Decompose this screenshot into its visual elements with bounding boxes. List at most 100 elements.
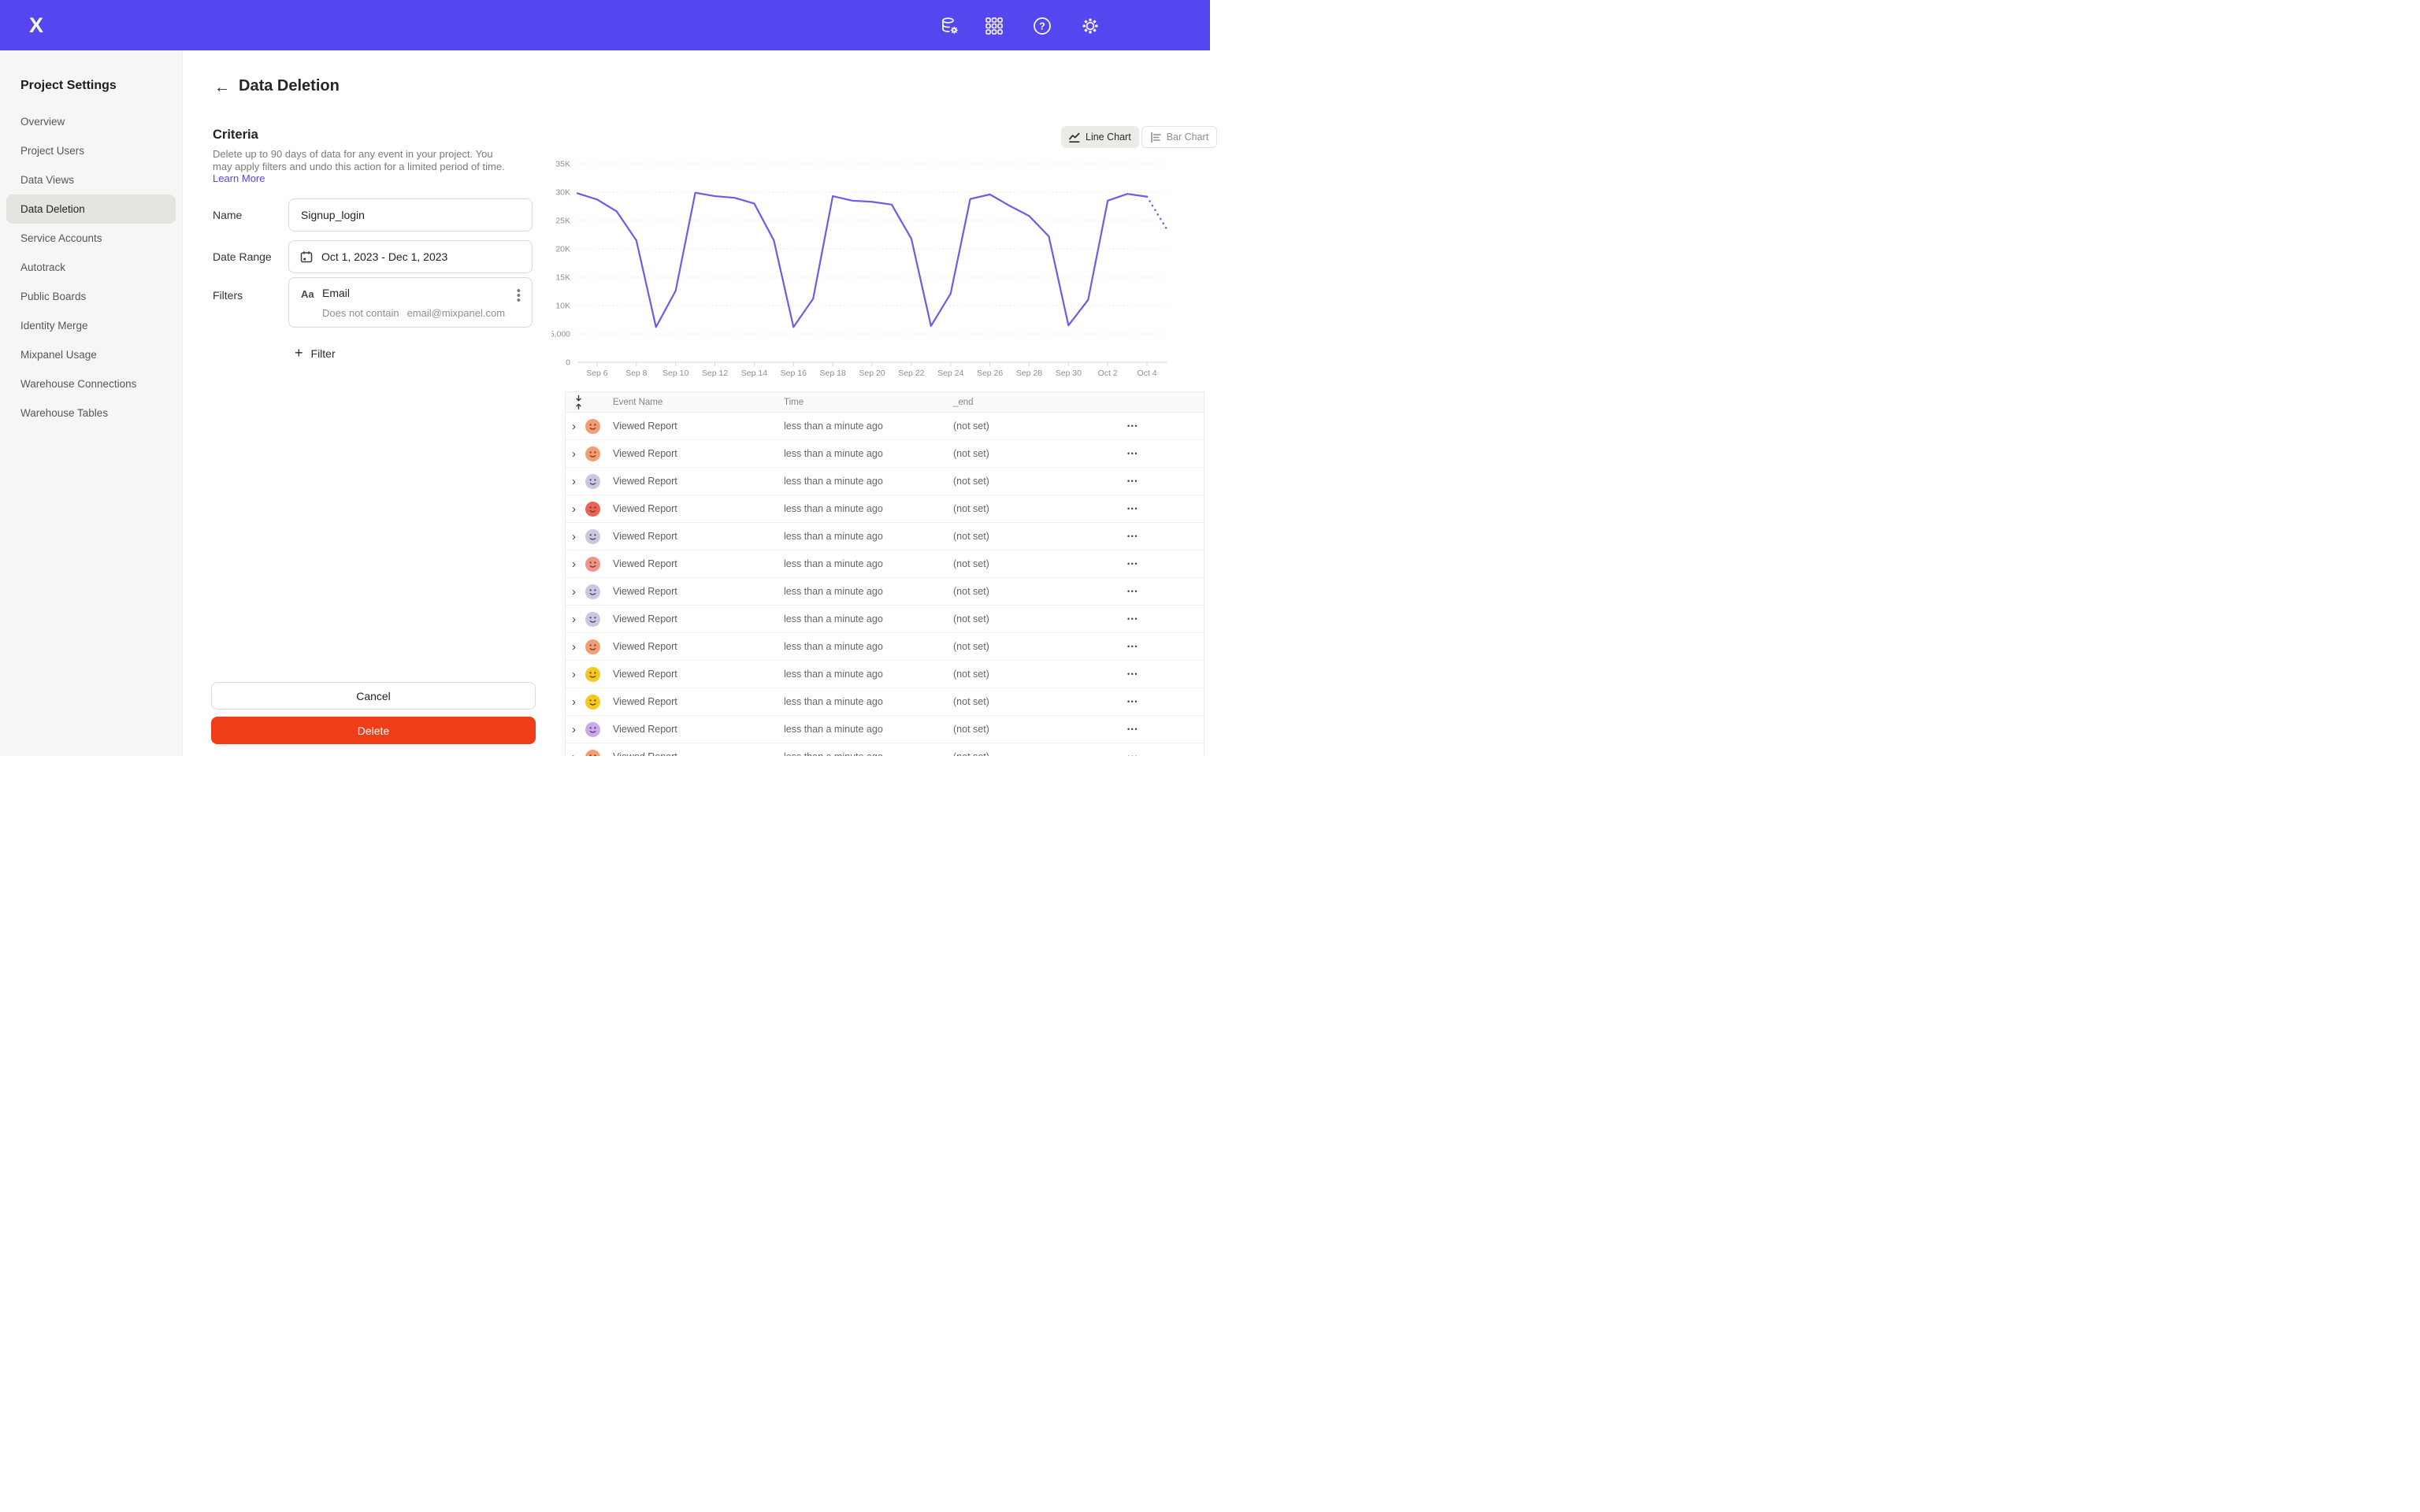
avatar [585,474,600,489]
settings-gear-icon[interactable] [1079,15,1101,36]
sidebar-item-service-accounts[interactable]: Service Accounts [6,224,176,253]
column-sort-icon[interactable] [573,395,584,414]
cell-end: (not set) [953,716,989,743]
delete-button[interactable]: Delete [211,717,536,744]
header-event-name[interactable]: Event Name [613,392,663,413]
row-expand-chevron-icon[interactable]: › [572,495,576,522]
cell-time: less than a minute ago [784,743,883,756]
header-time[interactable]: Time [784,392,804,413]
table-row[interactable]: › Viewed Report less than a minute ago (… [566,688,1204,716]
row-expand-chevron-icon[interactable]: › [572,468,576,495]
svg-text:Sep 26: Sep 26 [977,369,1003,378]
cell-event-name: Viewed Report [613,523,677,550]
row-expand-chevron-icon[interactable]: › [572,578,576,605]
cell-time: less than a minute ago [784,413,883,439]
filter-card[interactable]: Aa Email ••• Does not contain email@mixp… [288,277,533,328]
help-icon[interactable]: ? [1031,15,1052,36]
sidebar-item-data-deletion[interactable]: Data Deletion [6,195,176,224]
row-menu-dots-icon[interactable]: ••• [1117,550,1149,577]
row-expand-chevron-icon[interactable]: › [572,440,576,467]
date-range-input[interactable]: Oct 1, 2023 - Dec 1, 2023 [288,240,533,273]
filter-operator[interactable]: Does not contain [322,307,399,319]
cell-end: (not set) [953,468,989,495]
row-menu-dots-icon[interactable]: ••• [1117,743,1149,756]
events-table-header: Event Name Time _end [566,392,1204,413]
table-row[interactable]: › Viewed Report less than a minute ago (… [566,523,1204,550]
data-management-icon[interactable] [939,15,960,36]
cell-time: less than a minute ago [784,661,883,687]
row-menu-dots-icon[interactable]: ••• [1117,523,1149,550]
svg-text:Sep 16: Sep 16 [781,369,807,378]
row-menu-dots-icon[interactable]: ••• [1117,440,1149,467]
table-row[interactable]: › Viewed Report less than a minute ago (… [566,495,1204,523]
filter-value[interactable]: email@mixpanel.com [407,307,505,319]
table-row[interactable]: › Viewed Report less than a minute ago (… [566,743,1204,756]
filter-menu-kebab-icon[interactable]: ••• [517,289,521,303]
table-row[interactable]: › Viewed Report less than a minute ago (… [566,661,1204,688]
apps-grid-icon[interactable] [983,15,1004,36]
row-expand-chevron-icon[interactable]: › [572,413,576,439]
cell-event-name: Viewed Report [613,633,677,660]
add-filter-button[interactable]: + Filter [295,344,336,363]
row-expand-chevron-icon[interactable]: › [572,688,576,715]
header-end[interactable]: _end [953,392,974,413]
row-menu-dots-icon[interactable]: ••• [1117,716,1149,743]
sidebar-item-autotrack[interactable]: Autotrack [6,253,176,282]
filter-field-name: Email [322,287,350,299]
table-row[interactable]: › Viewed Report less than a minute ago (… [566,578,1204,606]
row-menu-dots-icon[interactable]: ••• [1117,495,1149,522]
table-row[interactable]: › Viewed Report less than a minute ago (… [566,413,1204,440]
row-menu-dots-icon[interactable]: ••• [1117,413,1149,439]
sidebar-item-data-views[interactable]: Data Views [6,165,176,195]
table-row[interactable]: › Viewed Report less than a minute ago (… [566,606,1204,633]
cell-event-name: Viewed Report [613,661,677,687]
sidebar-item-warehouse-tables[interactable]: Warehouse Tables [6,398,176,428]
table-row[interactable]: › Viewed Report less than a minute ago (… [566,440,1204,468]
row-expand-chevron-icon[interactable]: › [572,523,576,550]
sidebar-item-mixpanel-usage[interactable]: Mixpanel Usage [6,340,176,369]
row-expand-chevron-icon[interactable]: › [572,661,576,687]
criteria-description: Delete up to 90 days of data for any eve… [213,148,512,185]
line-chart-toggle-button[interactable]: Line Chart [1061,126,1139,148]
row-menu-dots-icon[interactable]: ••• [1117,633,1149,660]
sidebar-item-project-users[interactable]: Project Users [6,136,176,165]
row-expand-chevron-icon[interactable]: › [572,606,576,632]
avatar [585,419,600,434]
avatar [585,695,600,710]
table-row[interactable]: › Viewed Report less than a minute ago (… [566,468,1204,495]
svg-text:Sep 8: Sep 8 [625,369,648,378]
line-chart-icon [1069,132,1081,143]
row-expand-chevron-icon[interactable]: › [572,550,576,577]
cell-end: (not set) [953,523,989,550]
table-row[interactable]: › Viewed Report less than a minute ago (… [566,550,1204,578]
row-menu-dots-icon[interactable]: ••• [1117,606,1149,632]
table-row[interactable]: › Viewed Report less than a minute ago (… [566,633,1204,661]
avatar [585,584,600,599]
table-row[interactable]: › Viewed Report less than a minute ago (… [566,716,1204,743]
events-line-chart[interactable]: 05,00010K15K20K25K30K35KSep 6Sep 8Sep 10… [551,156,1194,384]
cell-event-name: Viewed Report [613,716,677,743]
row-menu-dots-icon[interactable]: ••• [1117,661,1149,687]
row-menu-dots-icon[interactable]: ••• [1117,468,1149,495]
row-menu-dots-icon[interactable]: ••• [1117,688,1149,715]
bar-chart-toggle-button[interactable]: Bar Chart [1141,126,1218,148]
back-arrow-icon[interactable]: ← [213,78,232,97]
sidebar-item-public-boards[interactable]: Public Boards [6,282,176,311]
cell-event-name: Viewed Report [613,606,677,632]
name-input[interactable]: Signup_login [288,198,533,232]
row-expand-chevron-icon[interactable]: › [572,716,576,743]
sidebar-item-identity-merge[interactable]: Identity Merge [6,311,176,340]
filter-type-badge: Aa [301,288,314,300]
sidebar-item-warehouse-connections[interactable]: Warehouse Connections [6,369,176,398]
learn-more-link[interactable]: Learn More [213,172,265,184]
sidebar-item-overview[interactable]: Overview [6,107,176,136]
cancel-button[interactable]: Cancel [211,682,536,710]
cell-time: less than a minute ago [784,716,883,743]
date-range-value: Oct 1, 2023 - Dec 1, 2023 [321,250,447,263]
row-menu-dots-icon[interactable]: ••• [1117,578,1149,605]
mixpanel-logo-icon[interactable]: X [22,11,50,39]
avatar [585,667,600,682]
svg-text:25K: 25K [555,217,570,226]
row-expand-chevron-icon[interactable]: › [572,743,576,756]
row-expand-chevron-icon[interactable]: › [572,633,576,660]
